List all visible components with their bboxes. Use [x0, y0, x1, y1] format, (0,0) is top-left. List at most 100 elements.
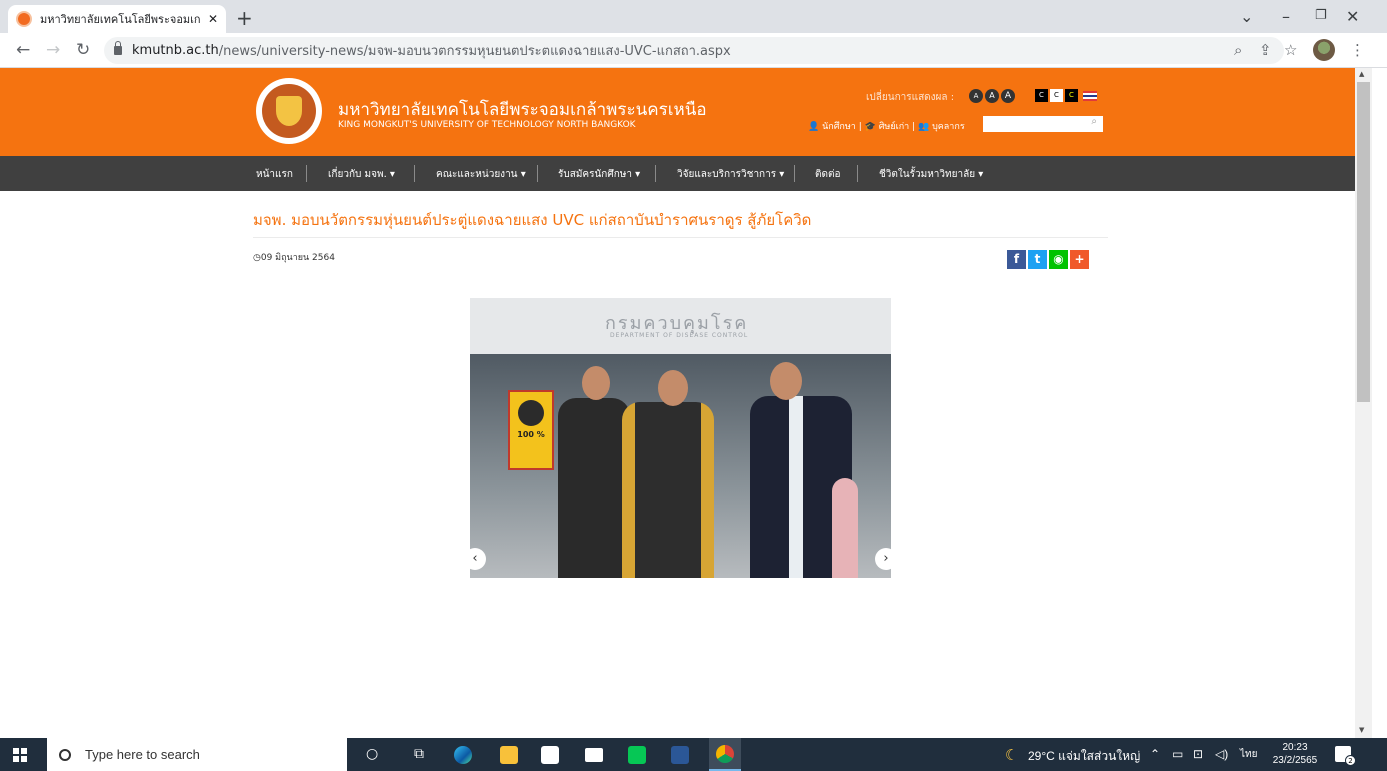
browser-tab[interactable]: มหาวิทยาลัยเทคโนโลยีพระจอมเกล้าพระ ✕: [8, 5, 226, 33]
url-host: kmutnb.ac.th: [132, 43, 219, 58]
tab-close-icon[interactable]: ✕: [208, 12, 218, 26]
browser-menu-icon[interactable]: ⋮: [1350, 41, 1365, 59]
share-page-icon[interactable]: ⇪: [1259, 41, 1272, 59]
nav-about[interactable]: เกี่ยวกับ มจพ. ▾: [328, 167, 395, 182]
notification-count-badge: 2: [1345, 755, 1356, 766]
chrome-active-button[interactable]: [709, 738, 741, 771]
zoom-icon[interactable]: ⌕: [1234, 41, 1242, 59]
font-size-large-button[interactable]: A: [1001, 89, 1015, 103]
thai-flag-icon[interactable]: [1083, 91, 1097, 101]
article-photo-slider[interactable]: กรมควบคุมโรค DEPARTMENT OF DISEASE CONTR…: [470, 298, 891, 578]
word-icon[interactable]: [671, 746, 689, 764]
nav-divider: [794, 165, 795, 182]
url-path: /news/university-news/มจพ-มอบนวตกรรมหุนย…: [218, 44, 731, 59]
scroll-up-icon[interactable]: ▲: [1359, 70, 1364, 78]
address-bar-row: ← → ↻ kmutnb.ac.th/news/university-news/…: [0, 33, 1387, 68]
back-arrow-icon[interactable]: ←: [16, 40, 30, 60]
maximize-icon[interactable]: ❐: [1315, 8, 1327, 23]
minimize-icon[interactable]: –: [1282, 7, 1290, 26]
scroll-thumb[interactable]: [1357, 82, 1370, 402]
clock-icon: ◷: [253, 253, 261, 263]
forward-arrow-icon[interactable]: →: [46, 40, 60, 60]
cortana-icon[interactable]: ○: [366, 746, 378, 762]
display-settings-label: เปลี่ยนการแสดงผล :: [866, 92, 955, 103]
nav-research[interactable]: วิจัยและบริการวิชาการ ▾: [677, 167, 784, 182]
nav-admissions[interactable]: รับสมัครนักศึกษา ▾: [558, 167, 640, 182]
page-scrollbar[interactable]: ▲ ▼: [1355, 68, 1372, 738]
more-share-icon[interactable]: +: [1070, 250, 1089, 269]
nav-divider: [655, 165, 656, 182]
windows-start-icon[interactable]: [13, 748, 27, 762]
title-divider: [253, 237, 1108, 238]
lock-icon: [114, 41, 122, 55]
mail-icon[interactable]: [585, 748, 603, 762]
close-window-icon[interactable]: ✕: [1346, 7, 1359, 26]
tray-chevron-icon[interactable]: ⌃: [1150, 747, 1160, 761]
task-view-icon[interactable]: ⧉: [414, 746, 424, 762]
font-size-medium-button[interactable]: A: [985, 89, 999, 103]
contrast-light-button[interactable]: C: [1050, 89, 1063, 102]
photo-person-background: [832, 478, 858, 578]
nav-divider: [857, 165, 858, 182]
staff-icon: 👥: [917, 122, 930, 132]
reload-icon[interactable]: ↻: [76, 40, 90, 60]
bookmark-star-icon[interactable]: ☆: [1284, 41, 1297, 59]
link-students[interactable]: นักศึกษา: [822, 122, 856, 132]
volume-icon[interactable]: ◁): [1215, 747, 1228, 761]
nav-divider: [306, 165, 307, 182]
nav-home[interactable]: หน้าแรก: [256, 167, 293, 182]
photo-person-center: [622, 402, 714, 578]
photo-building-facade: กรมควบคุมโรค DEPARTMENT OF DISEASE CONTR…: [470, 298, 891, 354]
taskbar-search-box[interactable]: Type here to search: [47, 738, 347, 771]
weather-moon-icon: ☾: [1005, 747, 1019, 764]
link-alumni[interactable]: ศิษย์เก่า: [879, 122, 910, 132]
nav-faculties[interactable]: คณะและหน่วยงาน ▾: [436, 167, 526, 182]
network-icon[interactable]: ⊡: [1193, 747, 1203, 761]
web-page: มหาวิทยาลัยเทคโนโลยีพระจอมเกล้าพระนครเหน…: [0, 68, 1355, 738]
clock-date: 23/2/2565: [1272, 755, 1318, 766]
twitter-share-icon[interactable]: t: [1028, 250, 1047, 269]
search-icon[interactable]: ⌕: [1091, 116, 1097, 127]
photo-person-left: [558, 398, 630, 578]
site-header: มหาวิทยาลัยเทคโนโลยีพระจอมเกล้าพระนครเหน…: [0, 68, 1355, 156]
weather-text[interactable]: 29°C แจ่มใสส่วนใหญ่: [1028, 747, 1140, 766]
nav-contact[interactable]: ติดต่อ: [815, 167, 841, 182]
university-logo[interactable]: [256, 78, 322, 144]
battery-icon[interactable]: ▭: [1172, 747, 1183, 761]
file-explorer-icon[interactable]: [500, 746, 518, 764]
nav-divider: [414, 165, 415, 182]
taskbar-search-placeholder: Type here to search: [85, 747, 200, 762]
line-app-icon[interactable]: [628, 746, 646, 764]
font-size-small-button[interactable]: A: [969, 89, 983, 103]
edge-browser-icon[interactable]: [454, 746, 472, 764]
new-tab-button[interactable]: +: [236, 6, 253, 30]
language-indicator[interactable]: ไทย: [1240, 747, 1257, 762]
microsoft-store-icon[interactable]: [541, 746, 559, 764]
main-navigation: หน้าแรก เกี่ยวกับ มจพ. ▾ คณะและหน่วยงาน …: [0, 156, 1355, 191]
slider-next-icon[interactable]: ›: [875, 548, 891, 570]
nav-campus-life[interactable]: ชีวิตในรั้วมหาวิทยาลัย ▾: [879, 167, 983, 182]
search-icon: [59, 748, 71, 761]
line-share-icon[interactable]: ◉: [1049, 250, 1068, 269]
contrast-yellow-button[interactable]: C: [1065, 89, 1078, 102]
url-field[interactable]: kmutnb.ac.th/news/university-news/มจพ-มอ…: [104, 37, 1284, 64]
link-staff[interactable]: บุคลากร: [932, 122, 965, 132]
site-name-english[interactable]: KING MONGKUT'S UNIVERSITY OF TECHNOLOGY …: [338, 120, 636, 130]
student-icon: 👤: [808, 122, 820, 132]
system-clock[interactable]: 20:23 23/2/2565: [1271, 741, 1319, 767]
alumni-icon: 🎓: [864, 122, 876, 132]
profile-avatar[interactable]: [1313, 39, 1335, 61]
chrome-icon: [716, 745, 734, 763]
tab-search-chevron-icon[interactable]: ⌄: [1240, 7, 1253, 26]
article-date: ◷09 มิถุนายน 2564: [253, 253, 335, 263]
photo-mask-poster: 100 %: [508, 390, 554, 470]
clock-time: 20:23: [1282, 742, 1308, 753]
article-title: มจพ. มอบนวัตกรรมหุ่นยนต์ประตู่แดงฉายแสง …: [253, 211, 812, 229]
scroll-down-icon[interactable]: ▼: [1359, 726, 1364, 734]
nav-divider: [537, 165, 538, 182]
facebook-share-icon[interactable]: f: [1007, 250, 1026, 269]
site-name-thai[interactable]: มหาวิทยาลัยเทคโนโลยีพระจอมเกล้าพระนครเหน…: [338, 96, 707, 123]
site-search-input[interactable]: ⌕: [983, 116, 1103, 132]
contrast-default-button[interactable]: C: [1035, 89, 1048, 102]
browser-tab-strip: มหาวิทยาลัยเทคโนโลยีพระจอมเกล้าพระ ✕ + ⌄…: [0, 0, 1387, 33]
